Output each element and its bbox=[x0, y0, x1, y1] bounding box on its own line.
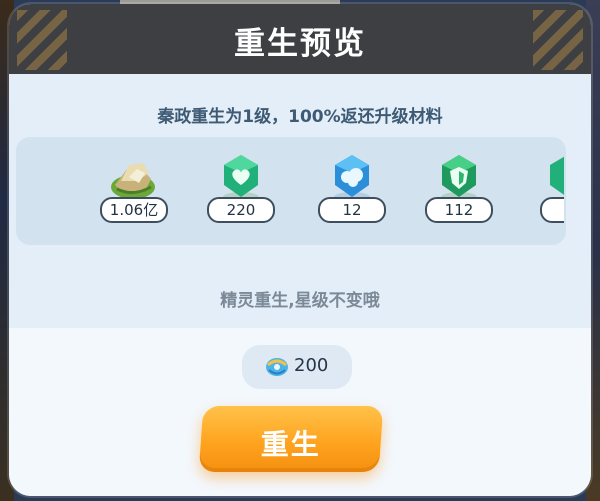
reward-count: 1.06亿 bbox=[100, 197, 168, 223]
dialog-title: 重生预览 bbox=[234, 26, 366, 62]
reward-item[interactable] bbox=[540, 147, 564, 237]
reward-count: 112 bbox=[425, 197, 493, 223]
cost-value: 200 bbox=[294, 355, 329, 376]
reward-item[interactable]: 12 bbox=[312, 147, 392, 237]
reward-count: 12 bbox=[318, 197, 386, 223]
dialog-header: 重生预览 bbox=[9, 4, 591, 74]
rebirth-description: 秦政重生为1级，100%返还升级材料 bbox=[157, 107, 443, 127]
rebirth-button-label: 重生 bbox=[260, 428, 321, 461]
reward-count bbox=[540, 197, 564, 223]
reward-item[interactable]: 112 bbox=[419, 147, 499, 237]
reward-count: 220 bbox=[207, 197, 275, 223]
blue-gem-currency-icon bbox=[266, 358, 288, 376]
reward-list[interactable]: 1.06亿 220 12 112 bbox=[16, 137, 566, 245]
rebirth-hint: 精灵重生,星级不变哦 bbox=[220, 291, 380, 311]
rebirth-cost: 200 bbox=[242, 345, 352, 389]
reward-item[interactable]: 1.06亿 bbox=[94, 147, 174, 237]
reward-item[interactable]: 220 bbox=[201, 147, 281, 237]
rebirth-button[interactable]: 重生 bbox=[198, 406, 384, 472]
